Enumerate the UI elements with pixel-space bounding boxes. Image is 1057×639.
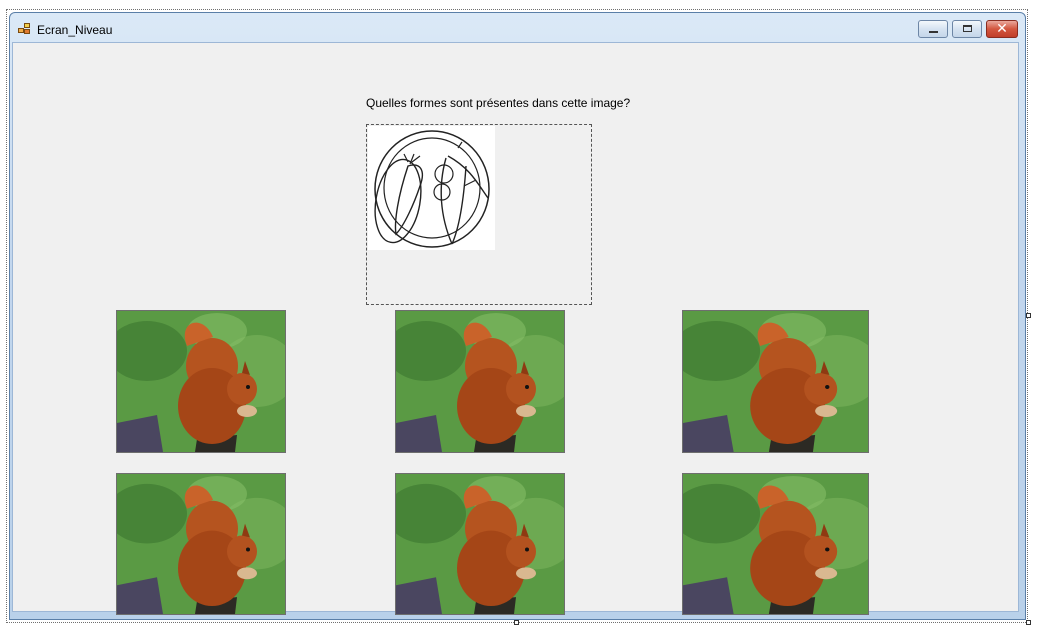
close-icon: ✕ [996, 21, 1008, 37]
resize-grip-corner[interactable] [1026, 620, 1031, 625]
minimize-button[interactable] [918, 20, 948, 38]
resize-grip-right[interactable] [1026, 313, 1031, 318]
squirrel-photo-icon [396, 311, 564, 452]
window-title: Ecran_Niveau [37, 23, 113, 37]
squirrel-photo-icon [396, 474, 564, 614]
close-button[interactable]: ✕ [986, 20, 1018, 38]
maximize-button[interactable] [952, 20, 982, 38]
squirrel-photo-icon [117, 474, 285, 614]
answer-image-4[interactable] [116, 473, 286, 615]
form-client-area: Quelles formes sont présentes dans cette… [12, 42, 1019, 615]
resize-grip-bottom[interactable] [514, 620, 519, 625]
form-window[interactable]: Ecran_Niveau ✕ Quelles formes sont prése… [9, 12, 1026, 620]
app-icon [18, 23, 32, 35]
answer-image-6[interactable] [682, 473, 869, 615]
answer-image-1[interactable] [116, 310, 286, 453]
squirrel-photo-icon [683, 474, 868, 614]
question-label: Quelles formes sont présentes dans cette… [366, 96, 631, 110]
answer-image-5[interactable] [395, 473, 565, 615]
squirrel-photo-icon [117, 311, 285, 452]
designer-surface: Ecran_Niveau ✕ Quelles formes sont prése… [0, 0, 1057, 639]
answer-image-3[interactable] [682, 310, 869, 453]
fruit-vegetable-shapes-sketch-icon [368, 126, 495, 250]
question-picturebox[interactable] [366, 124, 592, 305]
minimize-icon [929, 31, 938, 33]
squirrel-photo-icon [683, 311, 868, 452]
maximize-icon [963, 25, 972, 32]
title-bar[interactable]: Ecran_Niveau ✕ [10, 13, 1025, 42]
answer-image-2[interactable] [395, 310, 565, 453]
